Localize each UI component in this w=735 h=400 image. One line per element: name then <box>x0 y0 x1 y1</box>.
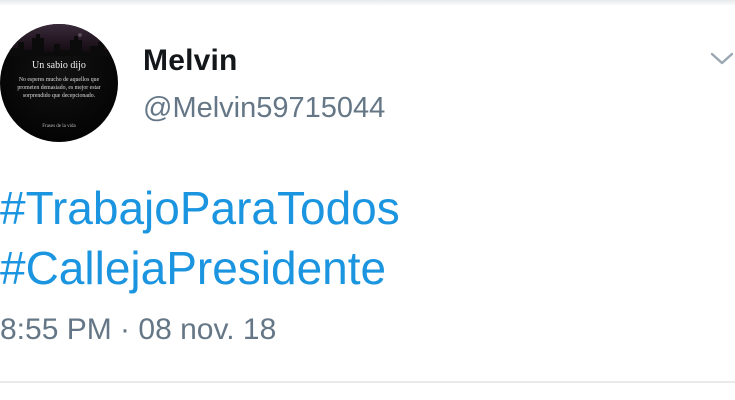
avatar-footer: Frases de la vida <box>42 124 76 129</box>
avatar-quote: No esperes mucho de aquellos que promete… <box>17 77 101 99</box>
hashtag-link[interactable]: #CallejaPresidente <box>0 238 735 298</box>
bottom-divider <box>0 381 735 383</box>
avatar[interactable]: Un sabio dijo No esperes mucho de aquell… <box>0 24 118 142</box>
chevron-down-icon[interactable] <box>709 48 735 68</box>
tweet-timestamp[interactable]: 8:55 PM · 08 nov. 18 <box>0 313 276 347</box>
hashtag-link[interactable]: #TrabajoParaTodos <box>0 178 735 238</box>
user-handle[interactable]: @Melvin59715044 <box>143 92 385 125</box>
display-name[interactable]: Melvin <box>143 44 238 78</box>
avatar-title: Un sabio dijo <box>32 60 86 71</box>
tweet-detail: Un sabio dijo No esperes mucho de aquell… <box>0 0 735 400</box>
tweet-text: #TrabajoParaTodos #CallejaPresidente <box>0 178 735 298</box>
avatar-skyline-image <box>10 33 110 56</box>
top-divider <box>0 0 735 6</box>
